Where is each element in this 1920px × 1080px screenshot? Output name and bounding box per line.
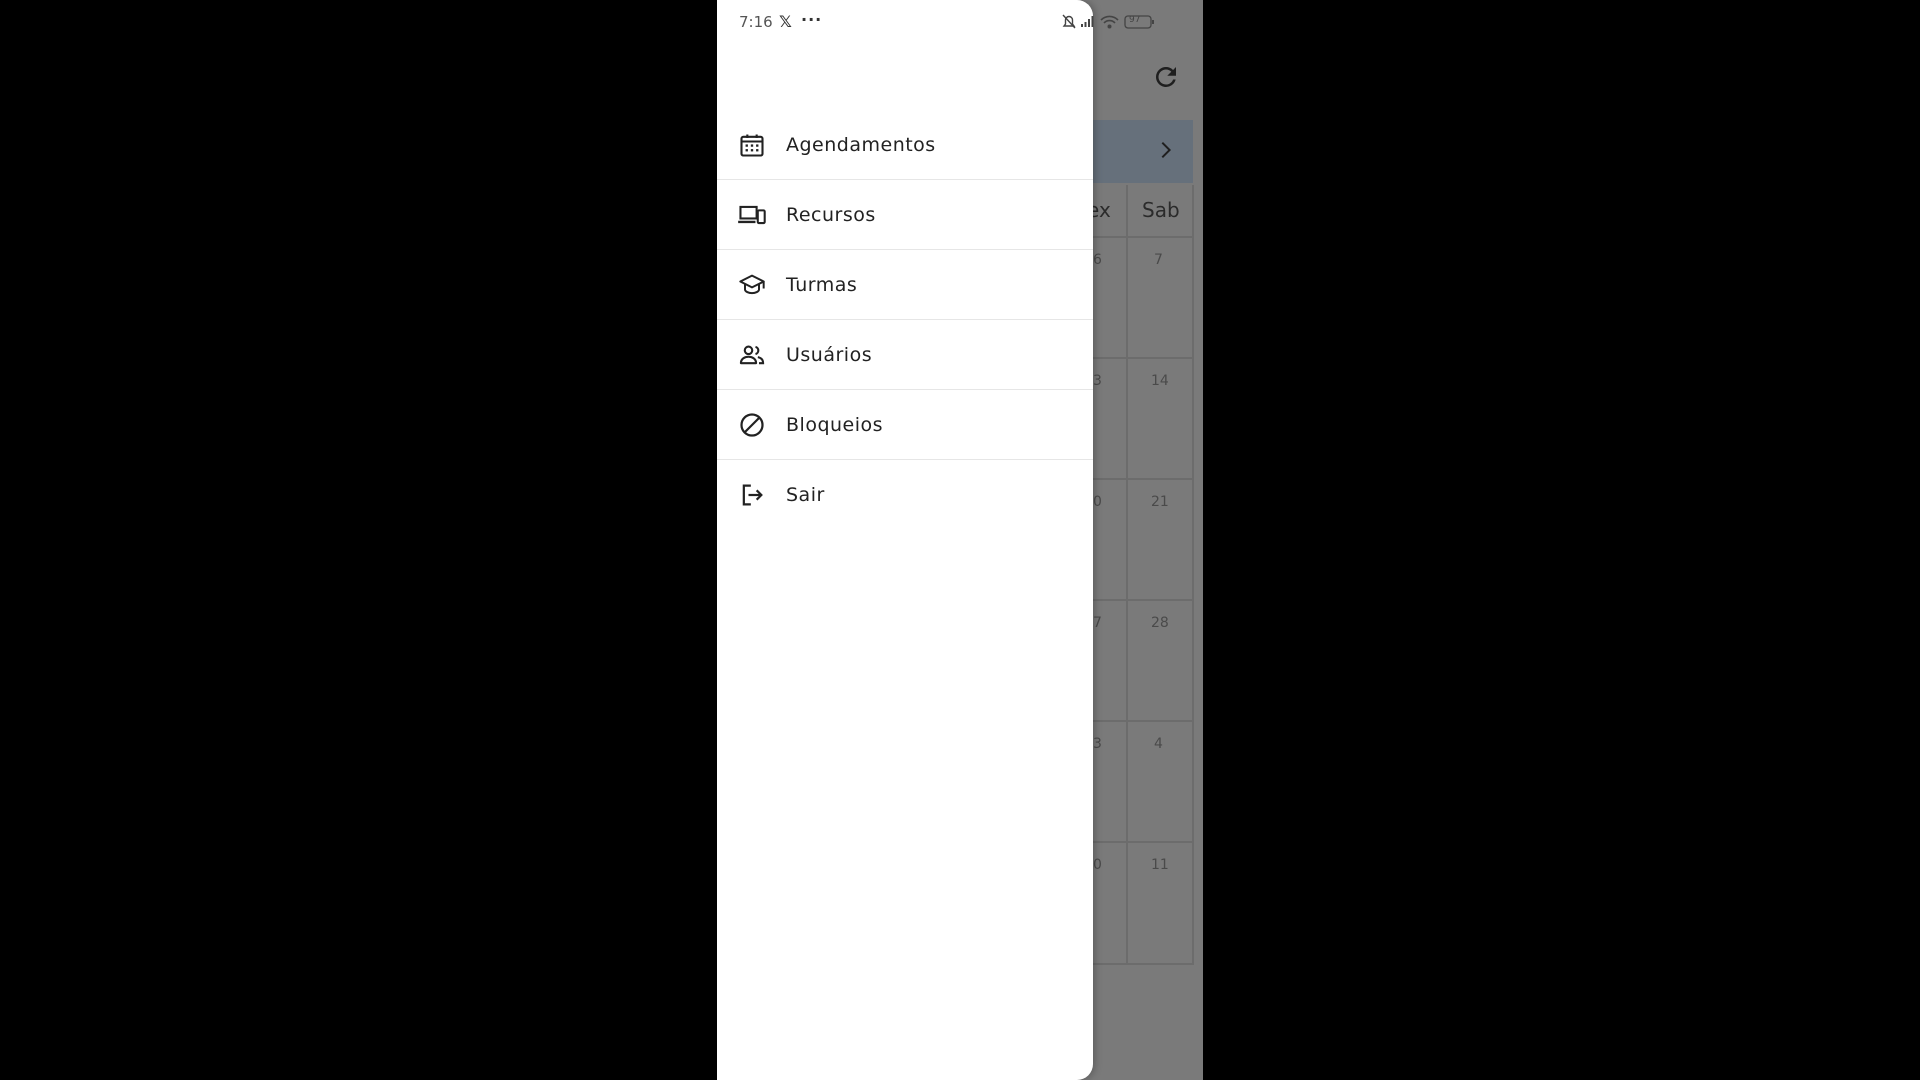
people-icon — [737, 340, 767, 370]
grid-line — [1126, 185, 1128, 965]
calendar-date: 0 — [1093, 857, 1102, 873]
status-time: 7:16 — [739, 13, 773, 31]
menu-item-recursos[interactable]: Recursos — [717, 180, 1093, 250]
calendar-date: 11 — [1151, 857, 1169, 873]
menu-item-agendamentos[interactable]: Agendamentos — [717, 110, 1093, 180]
more-notifications-icon: ··· — [801, 10, 823, 29]
calendar-date: 3 — [1093, 736, 1102, 752]
menu-item-label: Turmas — [786, 273, 858, 296]
mute-icon — [1062, 14, 1076, 29]
calendar-date: 3 — [1093, 373, 1102, 389]
calendar-date: 14 — [1151, 373, 1169, 389]
block-icon — [737, 410, 767, 440]
calendar-date: 6 — [1093, 252, 1102, 268]
menu-item-label: Sair — [786, 483, 825, 506]
menu-item-label: Usuários — [786, 343, 873, 366]
menu-item-sair[interactable]: Sair — [717, 460, 1093, 529]
menu-item-label: Bloqueios — [786, 413, 884, 436]
chevron-right-icon — [1161, 142, 1171, 158]
graduation-cap-icon — [737, 270, 767, 300]
calendar-date: 4 — [1154, 736, 1163, 752]
grid-line — [1093, 236, 1193, 238]
refresh-icon — [1156, 67, 1176, 87]
calendar-date: 7 — [1154, 252, 1163, 268]
calendar-date: 0 — [1093, 494, 1102, 510]
signal-icon — [1081, 16, 1094, 27]
menu-item-usuarios[interactable]: Usuários — [717, 320, 1093, 390]
grid-line — [1192, 185, 1194, 965]
grid-line — [1093, 963, 1193, 965]
menu-item-turmas[interactable]: Turmas — [717, 250, 1093, 320]
day-header-sat: Sab — [1142, 198, 1180, 222]
menu-item-label: Recursos — [786, 203, 876, 226]
drawer-menu: Agendamentos Recursos Turmas Usuários Bl… — [717, 110, 1093, 529]
calendar-date: 28 — [1151, 615, 1169, 631]
x-app-icon: 𝕏 — [779, 12, 792, 31]
battery-level: 97 — [1129, 15, 1141, 25]
phone-screen: ex Sab 6 3 0 7 3 0 7 14 21 28 4 11 Agend… — [717, 0, 1203, 1080]
grid-line — [1093, 478, 1193, 480]
grid-line — [1093, 841, 1193, 843]
devices-icon — [737, 200, 767, 230]
calendar-date: 7 — [1093, 615, 1102, 631]
menu-item-bloqueios[interactable]: Bloqueios — [717, 390, 1093, 460]
grid-line — [1093, 720, 1193, 722]
menu-item-label: Agendamentos — [786, 133, 936, 156]
grid-line — [1093, 357, 1193, 359]
wifi-icon — [1100, 15, 1119, 29]
calendar-icon — [737, 130, 767, 160]
status-bar: 7:16 𝕏 ··· 97 — [717, 0, 1203, 44]
navigation-drawer: Agendamentos Recursos Turmas Usuários Bl… — [717, 0, 1093, 1080]
calendar-date: 21 — [1151, 494, 1169, 510]
status-icons — [1062, 14, 1154, 29]
logout-icon — [737, 480, 767, 510]
grid-line — [1093, 599, 1193, 601]
